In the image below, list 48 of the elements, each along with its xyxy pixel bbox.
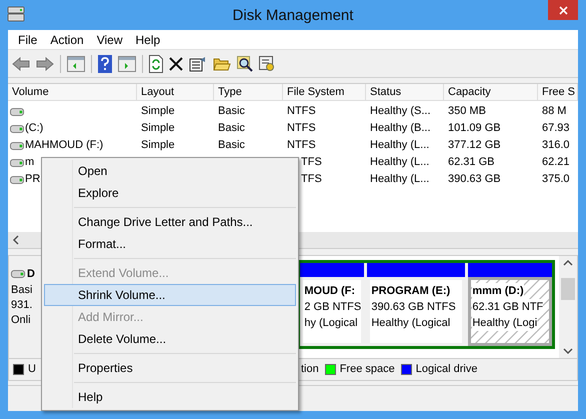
table-cell-text: Basic xyxy=(218,121,245,136)
disk-info: 931. xyxy=(11,298,34,312)
table-cell-text: TFS xyxy=(301,155,322,170)
table-cell-text: NTFS xyxy=(287,104,316,120)
table-cell-text: 377.12 GB xyxy=(448,138,501,154)
table-cell-text: Healthy (L... xyxy=(370,155,430,170)
table-cell-text: 316.0 xyxy=(542,138,570,154)
legend-label: Logical drive xyxy=(416,362,478,378)
table-cell-text: Simple xyxy=(141,121,175,136)
table-cell-text: 390.63 GB xyxy=(448,172,501,188)
table-cell-text: (C:) xyxy=(25,121,44,136)
disk-info: Onli xyxy=(11,312,32,328)
legend-label: U xyxy=(28,362,36,378)
table-cell-text: 375.0 xyxy=(542,172,570,188)
table-cell-text: 88 M xyxy=(542,104,566,120)
table-cell-text: Healthy (L... xyxy=(370,138,430,154)
table-cell-text: PR xyxy=(25,172,40,188)
table-cell-text: Healthy (L... xyxy=(370,172,430,188)
window-title: Disk Management xyxy=(232,6,354,26)
table-cell-text: Simple xyxy=(141,104,175,120)
table-cell-text: 62.21 xyxy=(542,155,570,170)
partition-size: 2 GB NTFS xyxy=(304,300,362,315)
table-cell-text: 67.93 xyxy=(542,121,570,136)
legend-label: Free space xyxy=(340,362,395,378)
table-cell-text: 101.09 GB xyxy=(448,121,501,136)
table-cell-text: Healthy (S... xyxy=(370,104,431,120)
partition-name: PROGRAM (E:) xyxy=(371,284,450,299)
partition-size: 390.63 GB NTFS xyxy=(371,300,456,315)
partition-status: hy (Logical xyxy=(304,316,358,331)
disk-info: Basi xyxy=(11,282,34,298)
partition-size: 62.31 GB NTF xyxy=(472,299,544,315)
table-cell-text: NTFS xyxy=(287,138,316,154)
disk-label: D xyxy=(27,267,35,282)
table-cell-text: NTFS xyxy=(287,121,316,136)
partition-status: Healthy (Logi xyxy=(472,315,538,331)
partition-name: MOUD (F: xyxy=(304,284,356,299)
table-cell-text: Healthy (B... xyxy=(370,121,431,136)
table-cell-text: m xyxy=(25,155,34,170)
partition-status: Healthy (Logical xyxy=(371,316,450,331)
table-cell-text: MAHMOUD (F:) xyxy=(25,138,104,154)
table-cell-text: Simple xyxy=(141,138,175,154)
table-cell-text: 350 MB xyxy=(448,104,486,120)
table-cell-text: Basic xyxy=(218,104,245,120)
table-cell-text: Basic xyxy=(218,138,245,154)
legend-label: tion xyxy=(300,362,319,378)
partition-name: mmm (D:) xyxy=(472,283,524,299)
table-cell-text: 62.31 GB xyxy=(448,155,494,170)
table-cell-text: TFS xyxy=(301,172,322,188)
